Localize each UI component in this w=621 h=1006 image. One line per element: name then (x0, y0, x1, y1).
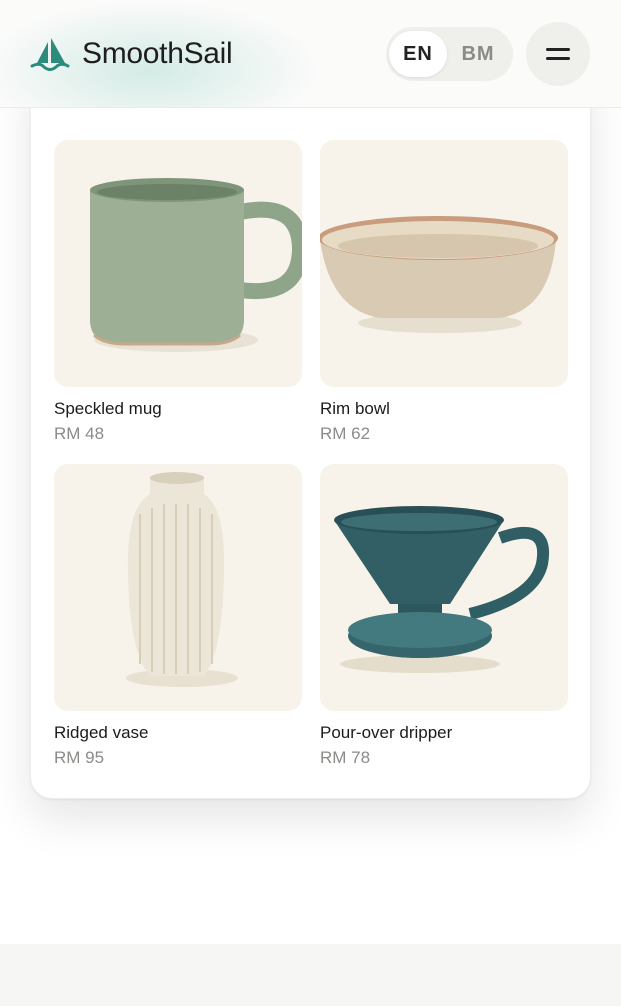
product-name: Rim bowl (320, 399, 390, 418)
product-image-rim-bowl[interactable] (320, 140, 568, 387)
product-card[interactable]: Speckled mug RM 48 (54, 140, 302, 444)
product-name: Speckled mug (54, 399, 162, 418)
product-price: RM 62 (320, 424, 371, 443)
language-option-en[interactable]: EN (389, 31, 447, 77)
product-card[interactable]: Pour-over dripper RM 78 (320, 464, 568, 768)
menu-icon-bar-bottom (546, 57, 570, 60)
product-price: RM 48 (54, 424, 105, 443)
menu-button[interactable] (526, 22, 590, 86)
sailboat-icon (30, 36, 70, 72)
brand-logo[interactable]: SmoothSail (30, 36, 233, 72)
product-image-pour-over-dripper[interactable] (320, 464, 568, 711)
product-image-speckled-mug[interactable] (54, 140, 302, 387)
product-price: RM 95 (54, 748, 105, 767)
product-price: RM 78 (320, 748, 371, 767)
product-grid-card: Speckled mug RM 48 Rim bowl RM 62 Ridged… (30, 60, 591, 799)
language-option-bm[interactable]: BM (449, 31, 507, 77)
product-card[interactable]: Rim bowl RM 62 (320, 140, 568, 444)
site-header: SmoothSail EN BM (0, 0, 621, 108)
product-name: Ridged vase (54, 723, 149, 742)
language-toggle[interactable]: EN BM (386, 27, 513, 81)
product-name: Pour-over dripper (320, 723, 453, 742)
product-image-ridged-vase[interactable] (54, 464, 302, 711)
brand-name: SmoothSail (82, 37, 233, 70)
page-footer (0, 944, 621, 1006)
menu-icon-bar-top (546, 48, 570, 51)
product-card[interactable]: Ridged vase RM 95 (54, 464, 302, 768)
